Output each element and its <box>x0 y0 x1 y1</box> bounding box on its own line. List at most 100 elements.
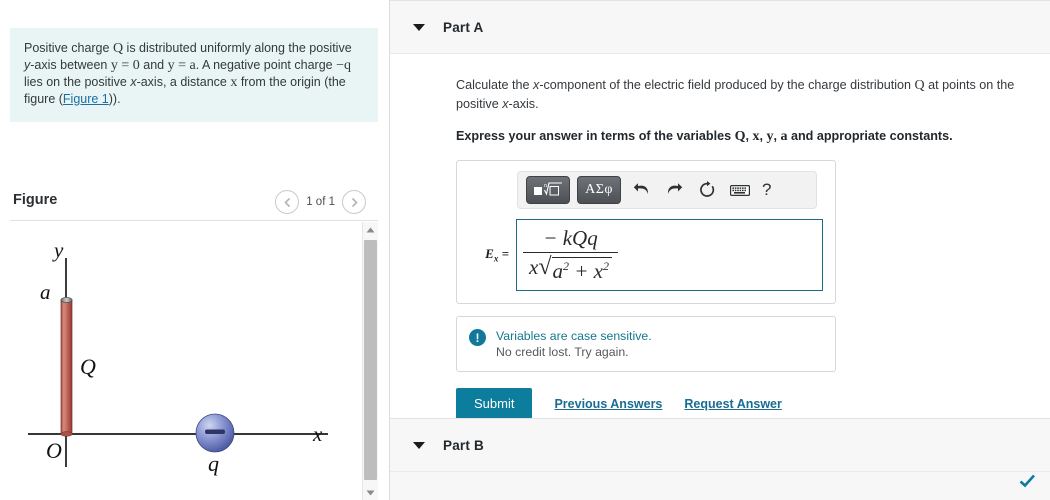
reset-icon <box>700 181 715 197</box>
svg-text:Q: Q <box>80 354 96 379</box>
answer-variable-label: Ex = <box>469 246 516 264</box>
radical-sign: √ <box>538 254 552 280</box>
part-b-header[interactable]: Part B <box>390 418 1050 472</box>
figure-scrollbar[interactable] <box>362 222 378 500</box>
scroll-down-button[interactable] <box>363 485 378 500</box>
greek-symbols-button[interactable]: ΑΣφ <box>577 176 621 204</box>
keyboard-icon <box>730 184 750 196</box>
q-tail: -axis. <box>508 97 539 111</box>
exclamation-icon: ! <box>469 329 486 346</box>
seg-7: y = a <box>167 58 196 73</box>
i-v1: Q <box>734 129 746 144</box>
den-x: x <box>529 255 539 279</box>
figure-nav: 1 of 1 <box>275 190 366 214</box>
action-buttons: Submit Previous Answers Request Answer <box>456 388 1036 419</box>
part-a-label: Part A <box>443 19 484 35</box>
rad-plus: + <box>574 259 589 283</box>
svg-text:x: x <box>312 422 323 446</box>
rad-a: a <box>552 259 564 283</box>
answer-row: Ex = − kQq x √ a2 + x2 <box>469 219 823 291</box>
figure-prev-button[interactable] <box>275 190 300 214</box>
feedback-message: ! Variables are case sensitive. No credi… <box>456 316 836 372</box>
problem-statement: Positive charge Q is distributed uniform… <box>10 28 378 122</box>
part-b-section: Part B <box>390 418 1050 500</box>
answer-input[interactable]: − kQq x √ a2 + x2 <box>516 219 823 291</box>
checkmark-icon <box>1019 474 1035 488</box>
part-b-label: Part B <box>443 437 484 453</box>
svg-text:y: y <box>52 238 64 262</box>
scrollbar-thumb[interactable] <box>364 240 377 480</box>
chevron-right-icon <box>351 197 358 207</box>
answer-expression: − kQq x √ a2 + x2 <box>523 226 618 284</box>
seg-6: and <box>139 58 168 72</box>
template-root-icon: n <box>534 182 562 196</box>
rad-x-exp: 2 <box>603 259 609 273</box>
q-mid: -component of the electric field produce… <box>539 78 915 92</box>
q-prefix: Calculate the <box>456 78 534 92</box>
svg-text:q: q <box>208 451 219 476</box>
triangle-down-icon <box>366 490 375 495</box>
answer-card: n ΑΣφ ? Ex = − kQq x √ a2 + x2 <box>456 160 836 304</box>
rad-a-exp: 2 <box>563 259 569 273</box>
answer-instruction: Express your answer in terms of the vari… <box>456 127 1036 146</box>
submit-button[interactable]: Submit <box>456 388 533 419</box>
mastering-physics-screen: Positive charge Q is distributed uniform… <box>0 0 1050 500</box>
feedback-line-2: No credit lost. Try again. <box>496 345 629 359</box>
undo-button[interactable] <box>628 177 654 203</box>
radicand: a2 + x2 <box>551 257 612 284</box>
question-text: Calculate the x-component of the electri… <box>456 76 1036 113</box>
seg-5: y = 0 <box>110 58 140 73</box>
physics-figure: y x a O Q q <box>28 238 328 476</box>
template-root-button[interactable]: n <box>526 176 570 204</box>
svg-text:n: n <box>544 183 547 189</box>
part-b-status-row <box>390 472 1050 500</box>
ex-subscript: x <box>493 253 499 264</box>
undo-icon <box>633 182 648 194</box>
redo-button[interactable] <box>661 177 687 203</box>
answer-panel: Part A Calculate the x -component of the … <box>390 0 1050 500</box>
keyboard-button[interactable] <box>727 177 753 203</box>
redo-icon <box>667 182 682 194</box>
seg-4: -axis between <box>30 58 111 72</box>
seg-9: −q <box>336 58 351 73</box>
seg-0: Positive charge <box>24 41 113 55</box>
feedback-line-1: Variables are case sensitive. <box>496 329 652 343</box>
i-prefix: Express your answer in terms of the vari… <box>456 129 735 143</box>
part-a-header[interactable]: Part A <box>390 0 1050 54</box>
ex-equals: = <box>501 246 509 262</box>
i-suffix: and appropriate constants. <box>787 129 953 143</box>
seg-2: is distributed uniformly along the posit… <box>123 41 352 55</box>
problem-panel: Positive charge Q is distributed uniform… <box>0 0 390 500</box>
scroll-up-button[interactable] <box>363 222 378 237</box>
rad-x: x <box>593 259 603 283</box>
seg-8: . A negative point charge <box>195 58 337 72</box>
figure-title: Figure <box>13 192 58 208</box>
fraction-numerator: − kQq <box>543 226 598 250</box>
svg-text:a: a <box>40 280 51 304</box>
q-var2: Q <box>914 78 925 93</box>
figure-next-button[interactable] <box>342 190 366 214</box>
previous-answers-link[interactable]: Previous Answers <box>554 397 662 411</box>
figure-divider <box>10 220 378 221</box>
part-a-body: Calculate the x -component of the electri… <box>390 54 1050 419</box>
chevron-left-icon <box>284 197 290 207</box>
help-button[interactable]: ? <box>760 180 773 200</box>
problem-text: Positive charge Q is distributed uniform… <box>24 40 364 108</box>
feedback-text: Variables are case sensitive. No credit … <box>496 328 652 360</box>
ex-symbol: E <box>485 246 494 262</box>
fraction-denominator: x √ a2 + x2 <box>523 253 618 284</box>
seg-1: Q <box>112 41 124 56</box>
figure-header: Figure 1 of 1 <box>10 188 378 220</box>
reset-button[interactable] <box>694 177 720 203</box>
figure-counter: 1 of 1 <box>306 196 335 208</box>
square-root: √ a2 + x2 <box>538 255 612 284</box>
caret-down-icon[interactable] <box>413 441 425 449</box>
seg-16: )). <box>108 92 121 106</box>
seg-10: lies on the positive <box>24 75 131 89</box>
request-answer-link[interactable]: Request Answer <box>684 397 781 411</box>
caret-down-icon[interactable] <box>413 23 425 31</box>
math-toolbar: n ΑΣφ ? <box>517 171 817 209</box>
figure-1-link[interactable]: Figure 1 <box>63 92 109 106</box>
seg-12: -axis, a distance <box>136 75 231 89</box>
svg-text:O: O <box>46 438 62 463</box>
